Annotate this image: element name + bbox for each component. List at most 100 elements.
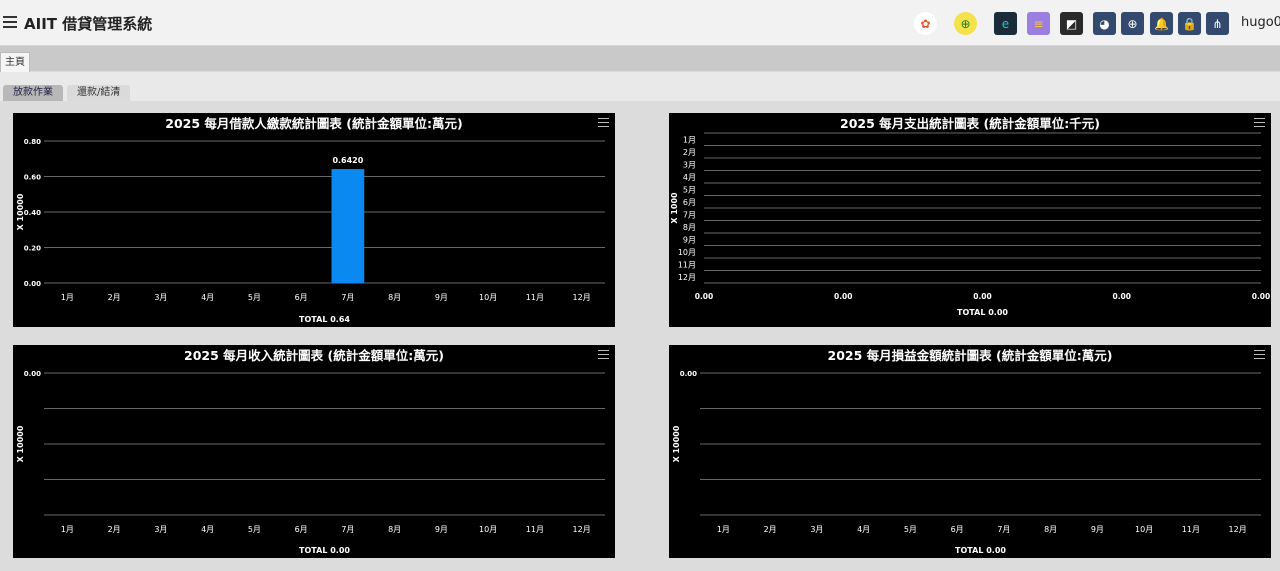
globe-icon[interactable]: ⊕ bbox=[1121, 12, 1144, 35]
app-title: AIIT 借貸管理系統 bbox=[24, 15, 153, 33]
username[interactable]: hugo02 bbox=[1241, 15, 1280, 30]
x-tick-label: 9月 bbox=[435, 293, 448, 302]
lock-icon[interactable]: 🔒 bbox=[1178, 12, 1201, 35]
x-tick-label: 7月 bbox=[997, 525, 1010, 534]
x-tick-label: 11月 bbox=[526, 293, 544, 302]
x-tick-label: 9月 bbox=[1091, 525, 1104, 534]
y-category-label: 1月 bbox=[683, 135, 696, 144]
x-tick-label: 11月 bbox=[526, 525, 544, 534]
colorful-flower-icon[interactable]: ✿ bbox=[914, 12, 937, 35]
x-tick-label: 2月 bbox=[764, 525, 777, 534]
subtab-loan-operations[interactable]: 放款作業 bbox=[3, 85, 63, 101]
x-tick-label: 10月 bbox=[479, 293, 497, 302]
chart-svg: 2025 每月損益金額統計圖表 (統計金額單位:萬元) X 10000 0.00 1月… bbox=[672, 348, 1261, 555]
x-tick-label: 0.00 bbox=[695, 292, 714, 301]
chart-title: 2025 每月收入統計圖表 (統計金額單位:萬元) bbox=[184, 348, 444, 363]
y-category-label: 6月 bbox=[683, 198, 696, 207]
subtab-repayment-settlement[interactable]: 還款/結清 bbox=[67, 85, 131, 101]
x-tick-label: 1月 bbox=[61, 525, 74, 534]
chart-total: TOTAL 0.00 bbox=[955, 546, 1006, 555]
y-tick-label: 0.80 bbox=[24, 138, 41, 146]
y-category-label: 9月 bbox=[683, 235, 696, 244]
chart-panel-expense: 2025 每月支出統計圖表 (統計金額單位:千元) X 1000 1月 2月 3月 4月 5… bbox=[669, 113, 1271, 327]
y-category-label: 8月 bbox=[683, 223, 696, 232]
chart-total: TOTAL 0.00 bbox=[299, 546, 350, 555]
tab-home[interactable]: 主頁 bbox=[0, 52, 30, 72]
sitemap-icon[interactable]: ⋔ bbox=[1206, 12, 1229, 35]
x-tick-label: 4月 bbox=[857, 525, 870, 534]
y-axis-label: X 10000 bbox=[672, 425, 681, 462]
chart-title: 2025 每月借款人繳款統計圖表 (統計金額單位:萬元) bbox=[165, 116, 462, 131]
x-tick-label: 0.00 bbox=[973, 292, 992, 301]
x-tick-label: 10月 bbox=[479, 525, 497, 534]
note-icon[interactable]: ≡ bbox=[1027, 12, 1050, 35]
x-tick-label: 7月 bbox=[341, 525, 354, 534]
palette-icon[interactable]: ◕ bbox=[1093, 12, 1116, 35]
hamburger-menu-icon[interactable] bbox=[3, 16, 17, 28]
x-tick-label: 0.00 bbox=[1112, 292, 1131, 301]
top-bar: AIIT 借貸管理系統 ✿⊕e≡◩◕⊕🔔🔒⋔ hugo02 bbox=[0, 0, 1280, 46]
x-tick-label: 6月 bbox=[295, 293, 308, 302]
x-tick-label: 4月 bbox=[201, 293, 214, 302]
y-tick-label: 0.00 bbox=[680, 370, 697, 378]
main-tab-bar bbox=[0, 46, 1280, 71]
x-tick-label: 6月 bbox=[951, 525, 964, 534]
x-tick-label: 5月 bbox=[248, 293, 261, 302]
sub-tab-bar bbox=[0, 72, 1280, 101]
chart-panel-repayment: 2025 每月借款人繳款統計圖表 (統計金額單位:萬元) X 10000 0.00 0… bbox=[13, 113, 615, 327]
y-tick-label: 0.00 bbox=[24, 370, 41, 378]
chart-title: 2025 每月支出統計圖表 (統計金額單位:千元) bbox=[840, 116, 1100, 131]
bar bbox=[331, 169, 365, 283]
chart-svg: 2025 每月借款人繳款統計圖表 (統計金額單位:萬元)X 100000.000… bbox=[16, 116, 605, 324]
chart-menu-icon[interactable] bbox=[598, 118, 609, 127]
app-e-icon[interactable]: e bbox=[994, 12, 1017, 35]
x-tick-label: 3月 bbox=[154, 293, 167, 302]
x-tick-label: 3月 bbox=[154, 525, 167, 534]
y-tick-label: 0.60 bbox=[24, 174, 41, 182]
chart-menu-icon[interactable] bbox=[1254, 350, 1265, 359]
x-tick-label: 8月 bbox=[388, 293, 401, 302]
x-tick-label: 12月 bbox=[573, 525, 591, 534]
x-tick-label: 12月 bbox=[573, 293, 591, 302]
chart-total: TOTAL 0.64 bbox=[299, 315, 350, 324]
chart-panel-profit-loss: 2025 每月損益金額統計圖表 (統計金額單位:萬元) X 10000 0.00 1月… bbox=[669, 345, 1271, 558]
x-tick-label: 2月 bbox=[108, 525, 121, 534]
y-category-label: 5月 bbox=[683, 185, 696, 194]
y-category-label: 7月 bbox=[683, 210, 696, 219]
chart-svg: 2025 每月支出統計圖表 (統計金額單位:千元) X 1000 1月 2月 3月 4月 5… bbox=[670, 116, 1271, 317]
x-tick-label: 5月 bbox=[248, 525, 261, 534]
app-window-icon[interactable]: ◩ bbox=[1060, 12, 1083, 35]
y-axis-label: X 10000 bbox=[16, 425, 25, 462]
data-label: 0.6420 bbox=[332, 156, 363, 165]
x-tick-label: 10月 bbox=[1135, 525, 1153, 534]
y-category-label: 11月 bbox=[678, 260, 696, 269]
y-category-label: 2月 bbox=[683, 148, 696, 157]
x-tick-label: 4月 bbox=[201, 525, 214, 534]
chart-menu-icon[interactable] bbox=[1254, 118, 1265, 127]
green-logo-icon[interactable]: ⊕ bbox=[954, 12, 977, 35]
x-tick-label: 0.00 bbox=[1252, 292, 1271, 301]
x-tick-label: 6月 bbox=[295, 525, 308, 534]
y-axis-label: X 1000 bbox=[670, 192, 679, 224]
x-tick-label: 12月 bbox=[1229, 525, 1247, 534]
y-category-label: 3月 bbox=[683, 160, 696, 169]
y-category-label: 4月 bbox=[683, 173, 696, 182]
x-tick-label: 8月 bbox=[1044, 525, 1057, 534]
chart-svg: 2025 每月收入統計圖表 (統計金額單位:萬元) X 10000 0.00 1月 2月… bbox=[16, 348, 605, 555]
y-tick-label: 0.20 bbox=[24, 245, 41, 253]
x-tick-label: 0.00 bbox=[834, 292, 853, 301]
x-tick-label: 1月 bbox=[717, 525, 730, 534]
y-category-label: 10月 bbox=[678, 248, 696, 257]
x-tick-label: 1月 bbox=[61, 293, 74, 302]
y-tick-label: 0.40 bbox=[24, 209, 41, 217]
y-tick-label: 0.00 bbox=[24, 280, 41, 288]
chart-total: TOTAL 0.00 bbox=[957, 308, 1008, 317]
x-tick-label: 9月 bbox=[435, 525, 448, 534]
x-tick-label: 7月 bbox=[341, 293, 354, 302]
chart-menu-icon[interactable] bbox=[598, 350, 609, 359]
chart-panel-income: 2025 每月收入統計圖表 (統計金額單位:萬元) X 10000 0.00 1月 2月… bbox=[13, 345, 615, 558]
x-tick-label: 2月 bbox=[108, 293, 121, 302]
x-tick-label: 3月 bbox=[810, 525, 823, 534]
chart-title: 2025 每月損益金額統計圖表 (統計金額單位:萬元) bbox=[828, 348, 1113, 363]
bell-icon[interactable]: 🔔 bbox=[1150, 12, 1173, 35]
